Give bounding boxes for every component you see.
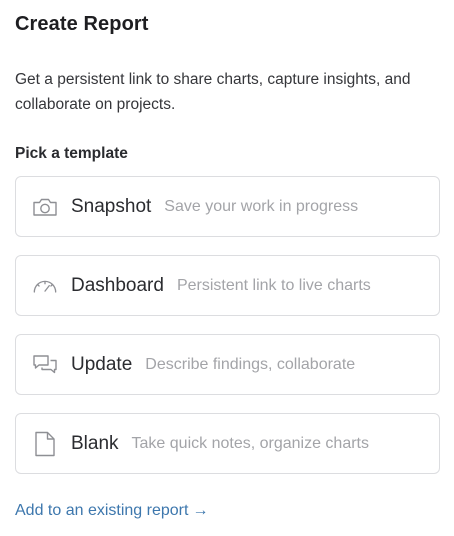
template-description: Save your work in progress — [164, 197, 359, 215]
template-description: Describe findings, collaborate — [145, 355, 356, 373]
template-description: Take quick notes, organize charts — [131, 434, 369, 452]
template-name: Snapshot — [71, 195, 152, 217]
camera-icon — [32, 195, 58, 219]
template-name: Update — [71, 353, 133, 375]
template-option-dashboard[interactable]: Dashboard Persistent link to live charts — [15, 255, 440, 316]
existing-link-label: Add to an existing report — [15, 502, 189, 519]
template-option-snapshot[interactable]: Snapshot Save your work in progress — [15, 176, 440, 237]
template-option-update[interactable]: Update Describe findings, collaborate — [15, 334, 440, 395]
template-list: Snapshot Save your work in progress Dash… — [15, 176, 440, 492]
add-to-existing-report-link[interactable]: Add to an existing report → — [15, 502, 208, 520]
template-name: Blank — [71, 432, 119, 454]
template-description: Persistent link to live charts — [176, 276, 371, 294]
document-icon — [32, 431, 58, 456]
template-name: Dashboard — [71, 274, 164, 296]
template-option-blank[interactable]: Blank Take quick notes, organize charts — [15, 413, 440, 474]
page-title: Create Report — [15, 13, 149, 35]
arrow-right-icon: → — [192, 502, 209, 519]
create-report-panel: Create Report Get a persistent link to s… — [0, 0, 454, 536]
dashboard-gauge-icon — [32, 274, 58, 298]
chat-bubbles-icon — [32, 353, 58, 377]
intro-description: Get a persistent link to share charts, c… — [15, 71, 411, 113]
template-section-label: Pick a template — [15, 145, 128, 162]
